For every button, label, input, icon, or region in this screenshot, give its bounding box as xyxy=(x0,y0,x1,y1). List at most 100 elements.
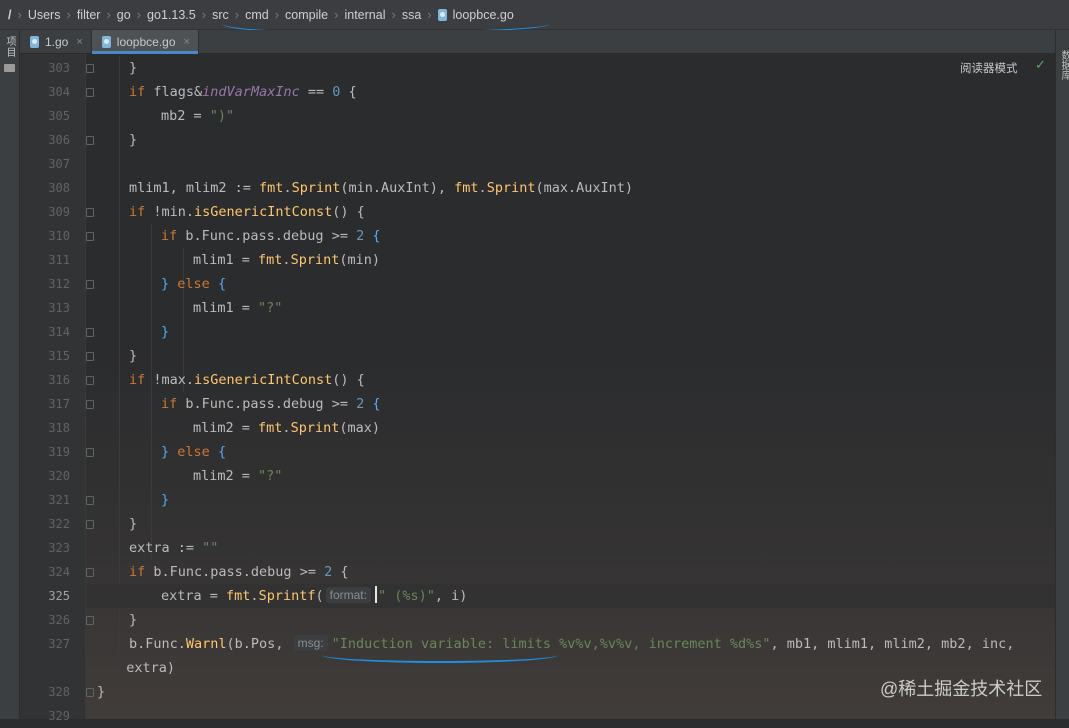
close-icon[interactable]: × xyxy=(184,36,190,48)
code-line[interactable]: mlim1 = "?" xyxy=(86,296,1055,320)
code-editor[interactable]: } if flags&indVarMaxInc == 0 { mb2 = ")"} m… xyxy=(86,54,1055,719)
breadcrumb-item[interactable]: go › xyxy=(117,7,147,22)
code-line[interactable]: mlim2 = fmt.Sprint(max) xyxy=(86,416,1055,440)
code-text: mb2 = ")" xyxy=(161,108,235,124)
code-line[interactable]: } xyxy=(86,344,1055,368)
code-text: } xyxy=(161,324,170,340)
watermark: @稀土掘金技术社区 xyxy=(880,679,1043,699)
breadcrumb-item[interactable]: ssa › xyxy=(402,7,438,22)
project-tool-button[interactable]: 项目 xyxy=(3,36,17,58)
code-line[interactable]: mb2 = ")" xyxy=(86,104,1055,128)
code-text: mlim2 = "?" xyxy=(193,468,283,484)
text-caret xyxy=(374,586,377,603)
code-line[interactable]: } xyxy=(86,320,1055,344)
code-line[interactable]: b.Func.Warnl(b.Pos, msg: "Induction varia… xyxy=(86,632,1055,656)
database-tool-button[interactable]: 数据库 xyxy=(1057,50,1069,80)
code-line[interactable]: } xyxy=(86,488,1055,512)
code-line[interactable]: if flags&indVarMaxInc == 0 { xyxy=(86,80,1055,104)
code-line[interactable]: extra := "" xyxy=(86,536,1055,560)
code-text: } xyxy=(129,516,138,532)
close-icon[interactable]: × xyxy=(76,36,82,48)
chevron-right-icon: › xyxy=(274,7,280,22)
code-line[interactable]: } xyxy=(86,56,1055,80)
line-number: 305 xyxy=(48,109,70,123)
code-text: } else { xyxy=(161,276,227,292)
breadcrumb-item[interactable]: internal › xyxy=(344,7,401,22)
line-number: 313 xyxy=(48,301,70,315)
code-line[interactable]: if b.Func.pass.debug >= 2 { xyxy=(86,560,1055,584)
check-icon[interactable]: ✓ xyxy=(1035,57,1046,73)
tab-label: 1.go xyxy=(45,34,69,49)
breadcrumb-item[interactable]: compile › xyxy=(285,7,344,22)
breadcrumb-label: Users xyxy=(27,7,61,22)
breadcrumb-item[interactable]: / › xyxy=(8,7,28,22)
chevron-right-icon: › xyxy=(106,7,111,22)
go-file-icon xyxy=(437,8,447,21)
code-line[interactable]: } else { xyxy=(86,440,1055,464)
code-line[interactable]: } xyxy=(86,128,1055,152)
breadcrumb-item[interactable]: Users › xyxy=(28,7,77,22)
code-line[interactable]: if !max.isGenericIntConst() { xyxy=(86,368,1055,392)
chevron-right-icon: › xyxy=(66,7,71,22)
code-text: if !min.isGenericIntConst() { xyxy=(129,204,365,220)
code-text: extra = fmt.Sprintf(format: " (%s)", i) xyxy=(161,586,468,604)
code-text: if b.Func.pass.debug >= 2 { xyxy=(161,396,381,412)
editor-tab[interactable]: loopbce.go × xyxy=(91,30,199,54)
code-text: } else { xyxy=(161,444,227,460)
breadcrumb-label: src xyxy=(212,7,229,22)
breadcrumb-label: ssa xyxy=(401,7,422,22)
go-file-icon xyxy=(101,35,111,48)
code-line[interactable]: } xyxy=(86,512,1055,536)
code-line[interactable]: mlim1 = fmt.Sprint(min) xyxy=(86,248,1055,272)
line-number-gutter: 303 304 305 306 307 308 309 310 311 312 313 314 315 3… xyxy=(20,54,94,723)
line-number: 322 xyxy=(48,517,70,531)
breadcrumb-item[interactable]: src › xyxy=(212,7,245,22)
line-number: 319 xyxy=(48,445,70,459)
line-number xyxy=(40,656,70,680)
code-line[interactable]: mlim2 = "?" xyxy=(86,464,1055,488)
code-text: extra := "" xyxy=(129,540,219,556)
code-text: if flags&indVarMaxInc == 0 { xyxy=(129,84,357,100)
breadcrumb-item[interactable]: loopbce.go xyxy=(437,8,514,22)
code-text: if !max.isGenericIntConst() { xyxy=(129,372,365,388)
breadcrumb-label: filter xyxy=(76,7,101,22)
code-line[interactable]: mlim1, mlim2 := fmt.Sprint(min.AuxInt), … xyxy=(86,176,1055,200)
tab-label: loopbce.go xyxy=(116,34,176,49)
code-line[interactable] xyxy=(86,704,1055,719)
format-param-hint: format: xyxy=(325,587,371,603)
chevron-right-icon: › xyxy=(334,7,339,22)
chevron-right-icon: › xyxy=(17,7,22,22)
code-line[interactable]: if b.Func.pass.debug >= 2 { xyxy=(86,224,1055,248)
code-text: extra) xyxy=(110,660,176,676)
line-number: 326 xyxy=(48,613,70,627)
line-number: 320 xyxy=(48,469,70,483)
breadcrumb-label: go1.13.5 xyxy=(147,7,196,22)
line-number: 307 xyxy=(48,157,70,171)
code-line[interactable]: } xyxy=(86,608,1055,632)
msg-param-hint: msg: xyxy=(293,635,328,651)
line-number: 325 xyxy=(48,589,70,603)
line-number: 318 xyxy=(48,421,70,435)
line-number: 317 xyxy=(48,397,70,411)
breadcrumb-item[interactable]: cmd › xyxy=(245,7,285,22)
breadcrumb-item[interactable]: go1.13.5 › xyxy=(147,7,212,22)
breadcrumb-item[interactable]: filter › xyxy=(77,7,117,22)
code-line[interactable]: if b.Func.pass.debug >= 2 { xyxy=(86,392,1055,416)
chevron-right-icon: › xyxy=(234,7,240,22)
code-text: b.Func.Warnl(b.Pos, msg: "Induction varia… xyxy=(129,635,1015,652)
code-text: } xyxy=(129,348,138,364)
editor-tab[interactable]: 1.go × xyxy=(20,30,92,53)
code-line[interactable]: } else { xyxy=(86,272,1055,296)
breadcrumb-label: / xyxy=(8,7,12,22)
reader-mode-toggle[interactable]: 阅读器模式 xyxy=(960,60,1018,76)
folder-icon[interactable] xyxy=(4,64,15,72)
code-text: if b.Func.pass.debug >= 2 { xyxy=(161,228,381,244)
code-text: mlim2 = fmt.Sprint(max) xyxy=(193,420,380,436)
code-line[interactable] xyxy=(86,152,1055,176)
code-line[interactable]: if !min.isGenericIntConst() { xyxy=(86,200,1055,224)
code-line[interactable]: extra = fmt.Sprintf(format: " (%s)", i) xyxy=(86,584,1055,608)
code-text: mlim1 = "?" xyxy=(193,300,283,316)
left-tool-window-bar: 项目 xyxy=(0,30,20,719)
code-text: if b.Func.pass.debug >= 2 { xyxy=(129,564,349,580)
code-text: } xyxy=(129,132,138,148)
